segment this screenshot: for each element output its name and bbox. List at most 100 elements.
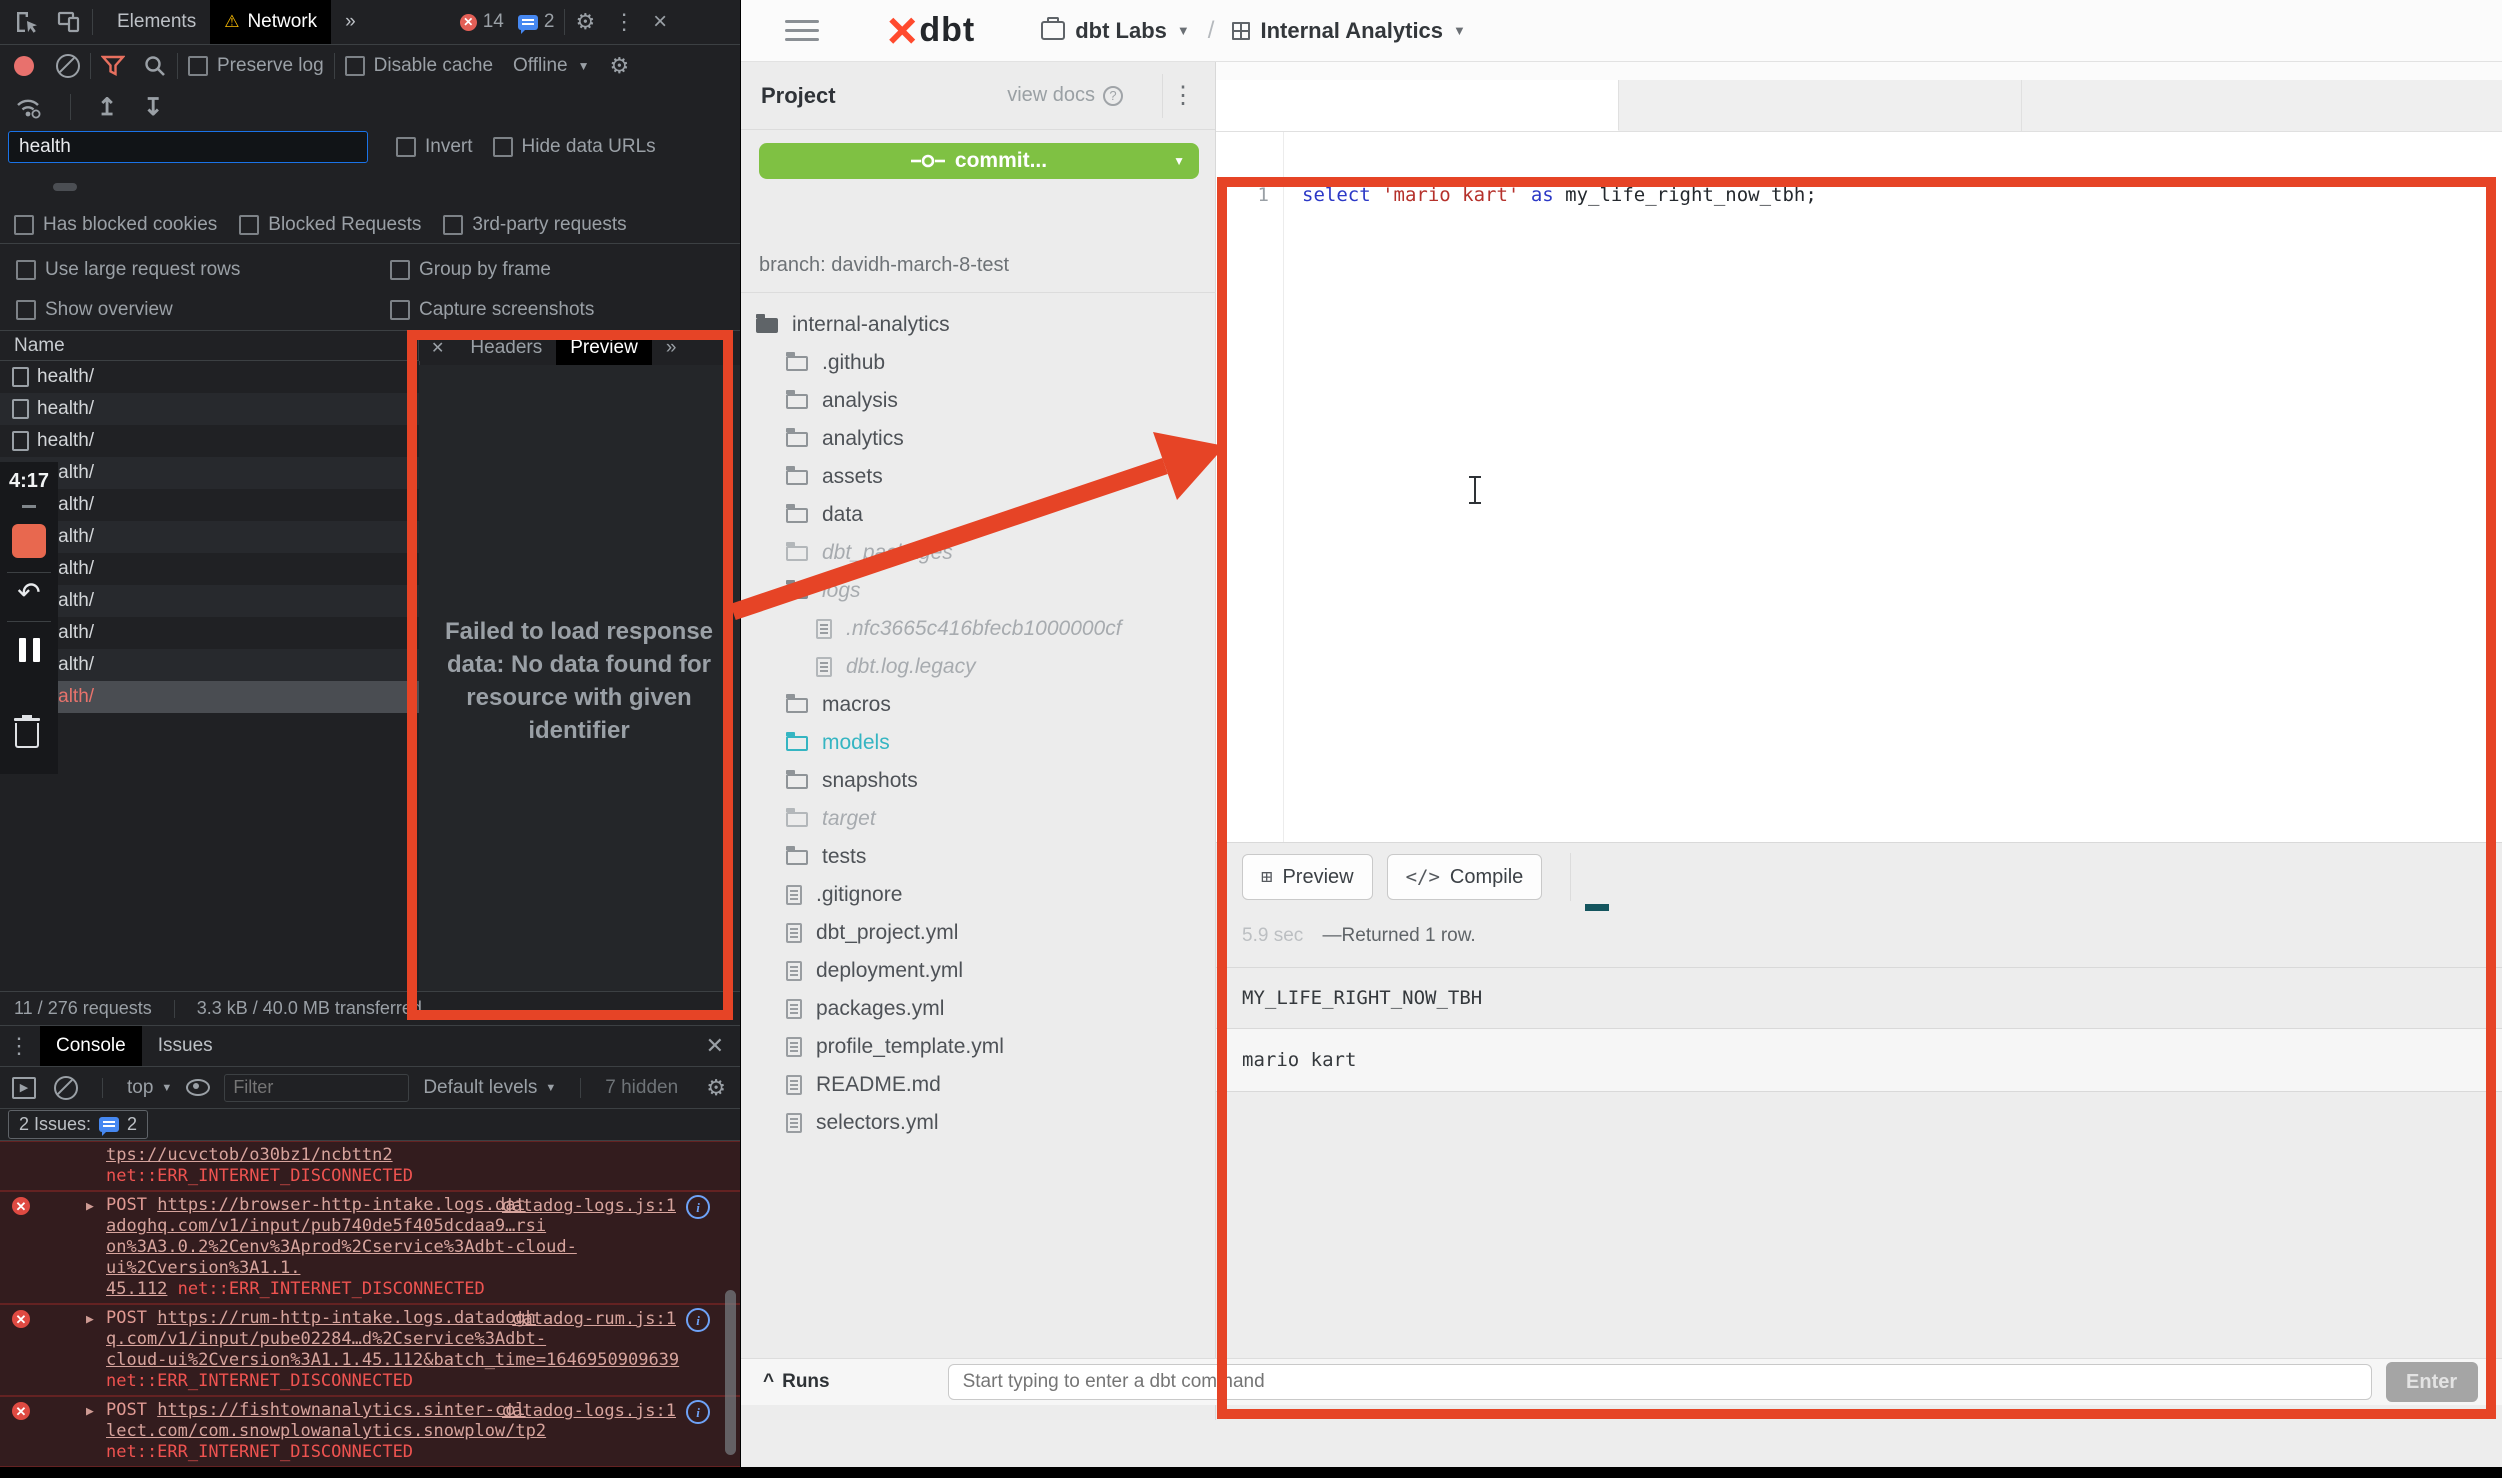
file-tree-item[interactable]: dbt_packages [741, 534, 1216, 572]
type-filter[interactable] [340, 183, 364, 191]
file-tree-item[interactable]: snapshots [741, 762, 1216, 800]
third-party-requests-checkbox[interactable]: 3rd-party requests [443, 214, 626, 236]
pause-recording-icon[interactable] [19, 638, 40, 662]
dbt-command-input[interactable] [948, 1364, 2372, 1400]
type-filter[interactable] [299, 183, 323, 191]
clear-console-icon[interactable] [54, 1076, 78, 1100]
network-request-row[interactable]: health/ [0, 425, 419, 457]
expand-triangle-icon[interactable]: ▶ [86, 1196, 94, 1217]
requests-name-column-header[interactable]: Name [0, 331, 419, 361]
enter-button[interactable]: Enter [2386, 1362, 2478, 1402]
close-drawer-icon[interactable]: ✕ [706, 1033, 724, 1059]
project-selector[interactable]: Internal Analytics ▼ [1232, 18, 1465, 44]
type-filter[interactable] [53, 183, 77, 191]
tab-preview[interactable]: Preview [556, 331, 652, 365]
file-tree-item[interactable]: macros [741, 686, 1216, 724]
recorder-minimize-icon[interactable] [22, 505, 36, 508]
type-filter[interactable] [217, 183, 241, 191]
type-filter[interactable] [94, 183, 118, 191]
compile-button[interactable]: </> Compile [1387, 854, 1543, 900]
tab-console[interactable]: Console [40, 1026, 142, 1066]
devtools-menu-icon[interactable]: ⋮ [613, 9, 635, 35]
file-tree-item[interactable]: tests [741, 838, 1216, 876]
file-tree-item[interactable]: models [741, 724, 1216, 762]
issues-badge[interactable]: 2 [518, 11, 555, 33]
capture-screenshots-checkbox[interactable]: Capture screenshots [390, 299, 594, 321]
tab-headers[interactable]: Headers [456, 331, 556, 365]
file-tree-item[interactable]: .github [741, 344, 1216, 382]
console-error[interactable]: ✕ ▶ datadog-rum.js:1 i POST https://rum-… [0, 1304, 740, 1396]
commit-button[interactable]: commit... ▼ [759, 143, 1199, 179]
import-har-icon[interactable]: ↥ [97, 93, 117, 122]
console-error[interactable]: ✕ ▶ datadog-logs.js:1 i POST https://fis… [0, 1396, 740, 1467]
file-tree-item[interactable]: selectors.yml [741, 1104, 1216, 1142]
devtools-close-icon[interactable]: × [653, 8, 667, 36]
stop-recording-button[interactable] [12, 524, 46, 558]
live-expression-icon[interactable] [186, 1079, 210, 1096]
disable-cache-checkbox[interactable]: Disable cache [345, 55, 493, 77]
project-menu-icon[interactable]: ⋮ [1171, 81, 1195, 110]
device-toolbar-icon[interactable] [56, 9, 82, 35]
request-url-link[interactable]: https://rum-http-intake.logs.datadogh [157, 1308, 536, 1328]
network-request-row[interactable]: health/ [0, 489, 419, 521]
type-filter[interactable] [12, 183, 36, 191]
group-by-frame-checkbox[interactable]: Group by frame [390, 259, 551, 281]
preserve-log-checkbox[interactable]: Preserve log [188, 55, 324, 77]
search-icon[interactable] [143, 54, 167, 78]
network-request-row[interactable]: health/ [0, 553, 419, 585]
network-request-row[interactable]: health/ [0, 393, 419, 425]
file-tree-item[interactable]: README.md [741, 1066, 1216, 1104]
type-filter[interactable] [258, 183, 282, 191]
source-location-link[interactable]: datadog-logs.js:1 [502, 1196, 676, 1217]
info-icon[interactable]: i [686, 1308, 710, 1332]
editor-tab[interactable] [1619, 80, 2022, 131]
network-conditions-icon[interactable] [14, 95, 44, 119]
execution-context-dropdown[interactable]: top▼ [127, 1077, 172, 1099]
file-tree-item[interactable]: target [741, 800, 1216, 838]
more-detail-tabs-icon[interactable]: » [652, 331, 691, 365]
result-cell[interactable]: mario kart [1216, 1029, 2502, 1091]
throttling-dropdown[interactable]: Offline▼ [513, 55, 589, 77]
console-menu-icon[interactable]: ⋮ [8, 1033, 30, 1059]
restart-recording-icon[interactable]: ↶ [17, 579, 40, 607]
network-request-row[interactable]: health/ [0, 361, 419, 393]
show-overview-checkbox[interactable]: Show overview [16, 299, 173, 321]
blocked-requests-checkbox[interactable]: Blocked Requests [239, 214, 421, 236]
more-tabs-icon[interactable]: » [331, 0, 370, 44]
file-tree-item[interactable]: internal-analytics [741, 306, 1216, 344]
inspect-element-icon[interactable] [14, 9, 40, 35]
type-filter[interactable] [381, 183, 405, 191]
info-icon[interactable]: i [686, 1195, 710, 1219]
settings-gear-icon[interactable]: ⚙ [575, 9, 595, 35]
console-error-badge[interactable]: ✕ 14 [460, 11, 504, 33]
file-tree-item[interactable]: .nfc3665c416bfecb1000000cf [741, 610, 1216, 648]
file-tree-item[interactable]: logs [741, 572, 1216, 610]
record-icon[interactable] [14, 56, 34, 76]
type-filter[interactable] [176, 183, 200, 191]
editor-tab[interactable] [1216, 80, 1619, 131]
preview-button[interactable]: ⊞ Preview [1242, 854, 1373, 900]
tab-issues[interactable]: Issues [142, 1026, 229, 1066]
file-tree-item[interactable]: dbt.log.legacy [741, 648, 1216, 686]
network-conditions-gear-icon[interactable]: ⚙ [609, 53, 629, 79]
use-large-request-rows-checkbox[interactable]: Use large request rows [16, 259, 240, 281]
file-tree-item[interactable]: .gitignore [741, 876, 1216, 914]
clear-network-icon[interactable] [56, 54, 80, 78]
has-blocked-cookies-checkbox[interactable]: Has blocked cookies [14, 214, 217, 236]
network-request-row[interactable]: health/ [0, 681, 419, 713]
commit-dropdown-icon[interactable]: ▼ [1173, 154, 1185, 168]
delete-recording-icon[interactable] [14, 718, 40, 748]
network-request-row[interactable]: health/ [0, 649, 419, 681]
account-selector[interactable]: dbt Labs ▼ [1041, 18, 1190, 44]
network-request-row[interactable]: health/ [0, 457, 419, 489]
type-filter[interactable] [463, 183, 487, 191]
info-icon[interactable]: i [686, 1400, 710, 1424]
file-tree-item[interactable]: profile_template.yml [741, 1028, 1216, 1066]
invert-checkbox[interactable]: Invert [396, 136, 473, 158]
network-filter-input[interactable] [8, 131, 368, 163]
file-tree-item[interactable]: dbt_project.yml [741, 914, 1216, 952]
runs-toggle[interactable]: ^ Runs [763, 1371, 830, 1393]
network-request-row[interactable]: health/ [0, 617, 419, 649]
log-levels-dropdown[interactable]: Default levels▼ [423, 1077, 556, 1099]
file-tree-item[interactable]: assets [741, 458, 1216, 496]
